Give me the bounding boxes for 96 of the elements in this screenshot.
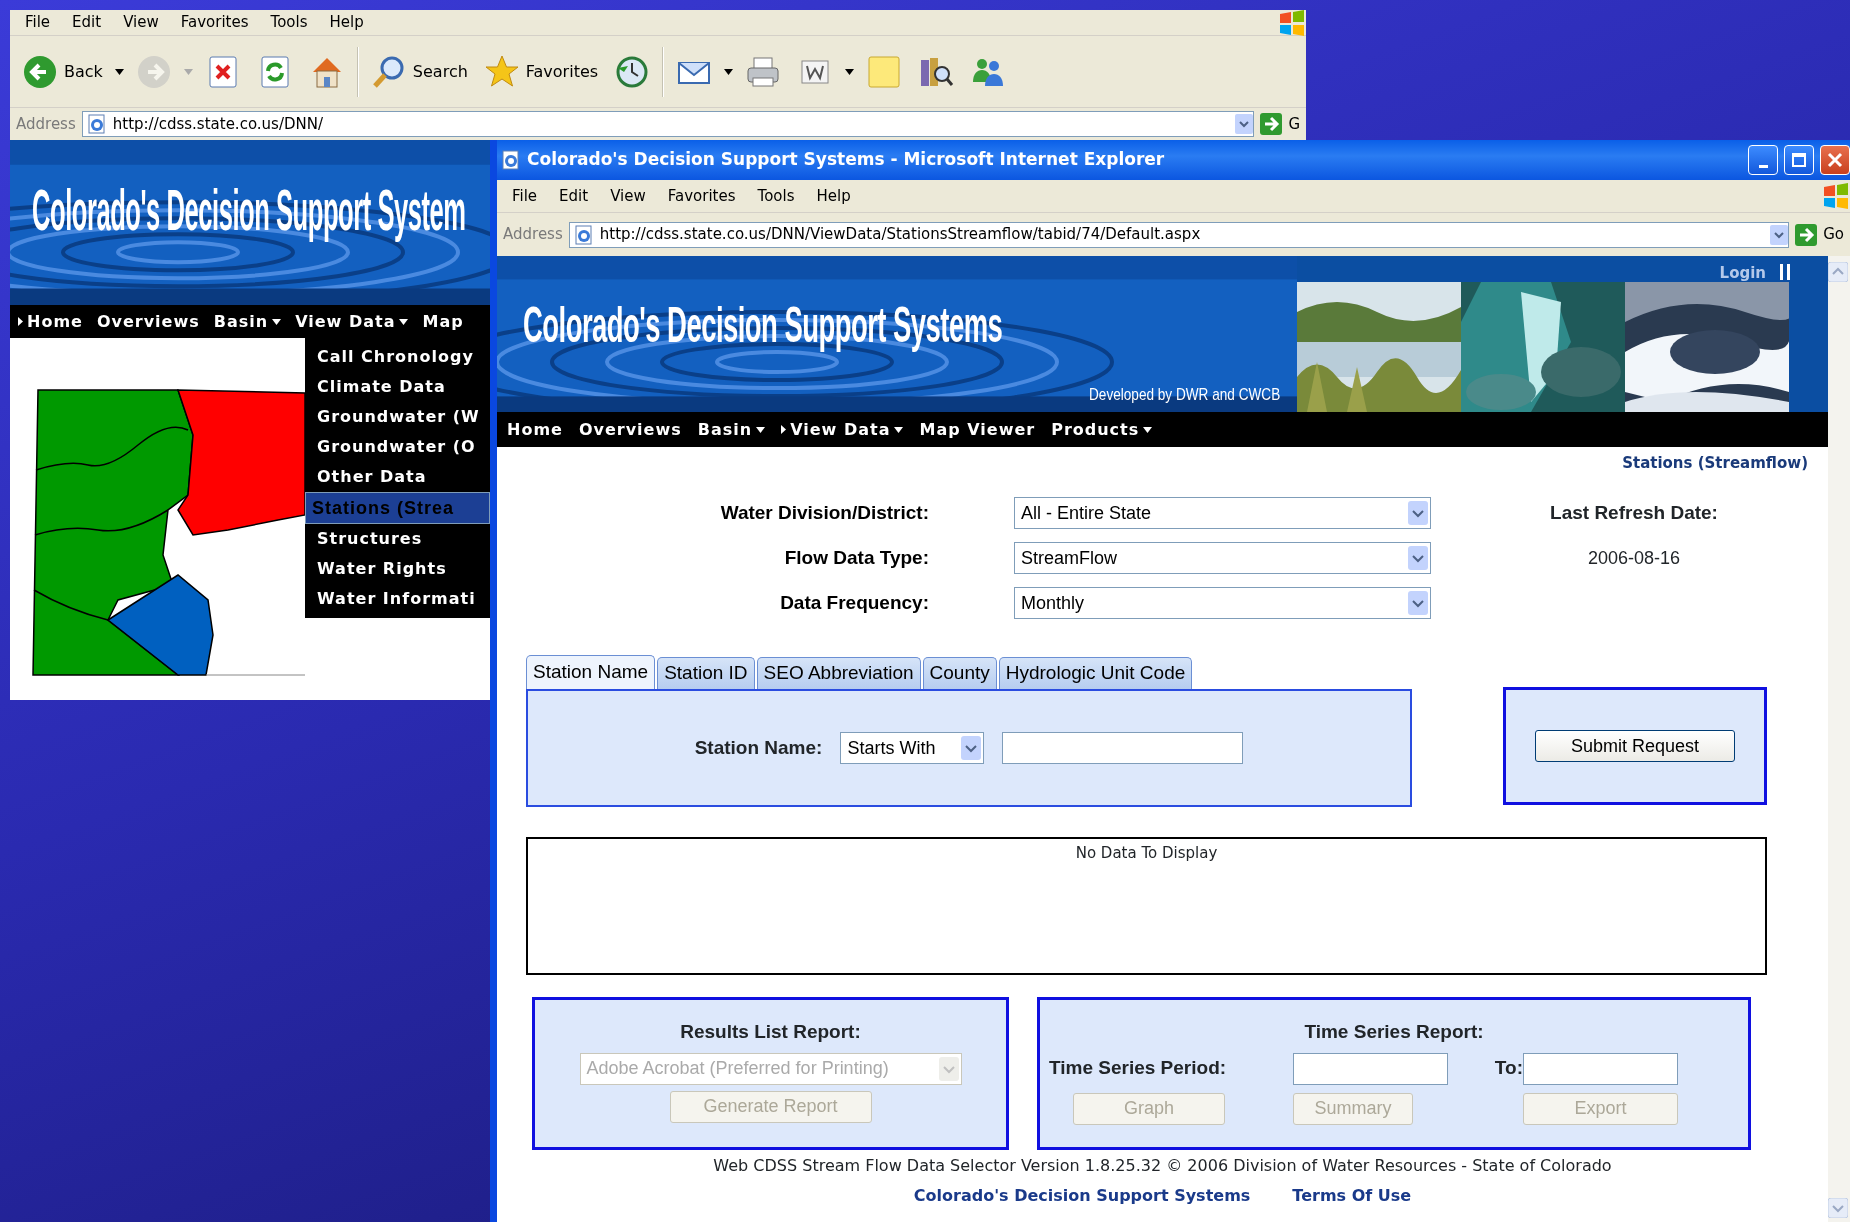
triangle-right-icon [781,425,787,434]
page-icon [86,114,107,134]
maximize-icon [1792,153,1806,167]
panel-title: Results List Report: [680,1020,861,1044]
menu-item[interactable]: Favorites [658,184,745,208]
toolbar-button[interactable]: Back [18,51,107,92]
windows-flag-icon [1822,183,1850,209]
banner-title: Colorado's Decision Support System [32,178,466,242]
toolbar-button[interactable]: Search [366,51,472,92]
minimize-icon [1758,164,1768,168]
nav-item[interactable]: Home [507,417,563,442]
caret-icon [272,318,282,325]
chevron-down-icon [1408,546,1428,570]
close-button[interactable] [1820,145,1850,175]
chevron-down-icon [938,1056,959,1081]
scrollbar[interactable] [1828,256,1850,1222]
nav-item[interactable]: View Data [781,417,904,442]
arrow-right-icon [1260,113,1283,135]
menu-item[interactable]: Tools [748,184,804,208]
chevron-down-icon [1770,224,1789,245]
arrow-right-icon [1795,223,1818,246]
chevron-down-icon [1408,501,1428,525]
footer-text: Web CDSS Stream Flow Data Selector Version 1.8.25.32 © 2006 Division of Water Resources - State of Colorado [712,1155,1613,1177]
menu-item[interactable]: File [16,11,60,34]
menu-item[interactable]: View [601,184,655,208]
breadcrumb: Stations (Streamflow) [1622,454,1808,472]
page-icon [573,224,594,245]
tab[interactable]: Hydrologic Unit Code [998,657,1193,689]
go-button[interactable]: Go [1795,223,1844,246]
triangle-right-icon [18,317,23,326]
go-button[interactable]: G [1260,112,1300,136]
menu-item[interactable]: Edit [63,11,111,34]
tab[interactable]: SEO Abbreviation [756,657,921,689]
address-field[interactable]: http://cdss.state.co.us/DNN/ [81,111,1255,137]
menu-item[interactable]: Edit [550,184,598,208]
chevron-down-icon [1408,591,1428,615]
menu-item[interactable]: Tools [261,11,317,34]
dropdown[interactable]: StreamFlow [1014,542,1431,574]
dropdown[interactable]: Monthly [1014,587,1431,619]
tab[interactable]: Station Name [526,655,656,689]
refresh-label: Last Refresh Date: [1549,500,1719,525]
windows-flag-icon [1278,9,1306,36]
caret-icon [756,426,766,433]
field-label: Data Frequency: [779,590,929,615]
nav-item[interactable]: Home [18,309,83,334]
minimize-button[interactable] [1748,145,1778,175]
nav-item[interactable]: Basin [697,417,766,442]
nav-item[interactable]: View Data [295,309,409,334]
nav-item[interactable]: Basin [213,309,282,334]
footer-link[interactable]: Terms Of Use [1292,1184,1412,1208]
address-label: Address [16,113,76,135]
close-icon [1827,152,1843,168]
maximize-button[interactable] [1784,145,1814,175]
panel-title: Time Series Report: [1304,1020,1484,1044]
tab[interactable]: County [922,657,997,689]
nav-item[interactable]: Map [422,309,464,334]
toolbar-button[interactable]: Favorites [479,51,603,92]
menu-item[interactable]: Help [807,184,860,208]
field-label: Time Series Period: [1049,1056,1228,1081]
menu-item[interactable]: View [114,11,168,34]
chevron-down-icon [1235,114,1254,134]
caret-icon [894,426,904,433]
input-field[interactable] [1002,732,1244,764]
menu-item[interactable]: Favorites [171,11,258,34]
menu-item[interactable]: Help [320,11,373,34]
scroll-down-icon [1828,1198,1848,1218]
footer-link[interactable]: Colorado's Decision Support Systems [913,1184,1251,1208]
caret-icon [399,318,409,325]
star-icon [483,53,520,90]
dropdown[interactable]: Starts With [840,732,985,764]
page-icon [501,150,521,170]
menu-item[interactable]: File [503,184,547,208]
input-field[interactable] [1523,1052,1678,1085]
field-label: Water Division/District: [719,500,929,525]
scroll-up-icon [1828,262,1848,282]
chevron-down-icon [961,736,982,760]
note-icon [866,53,903,90]
field-label: Flow Data Type: [783,545,929,570]
dropdown[interactable]: All - Entire State [1014,497,1431,529]
window-title: Colorado's Decision Support Systems - Microsoft Internet Explorer [527,148,1166,172]
submit-button[interactable]: Submit Request [1535,730,1735,762]
field-label: To: [1493,1056,1523,1081]
nav-item[interactable]: Products [1051,417,1153,442]
nav-item[interactable]: Overviews [96,309,200,334]
nav-item[interactable]: Overviews [578,417,682,442]
caret-icon [1143,426,1153,433]
tab[interactable]: Station ID [657,657,755,689]
refresh-date: 2006-08-16 [1586,546,1682,570]
field-label: Station Name: [694,735,823,760]
bars-icon [1780,264,1790,280]
address-label: Address [503,224,563,246]
nav-item[interactable]: Map Viewer [919,417,1036,442]
login-link[interactable]: Login [1719,262,1766,285]
address-field[interactable]: http://cdss.state.co.us/DNN/ViewData/StationsStreamflow/tabid/74/Default.aspx [568,221,1790,248]
empty-message: No Data To Display [1075,844,1218,862]
input-field[interactable] [1293,1052,1448,1085]
